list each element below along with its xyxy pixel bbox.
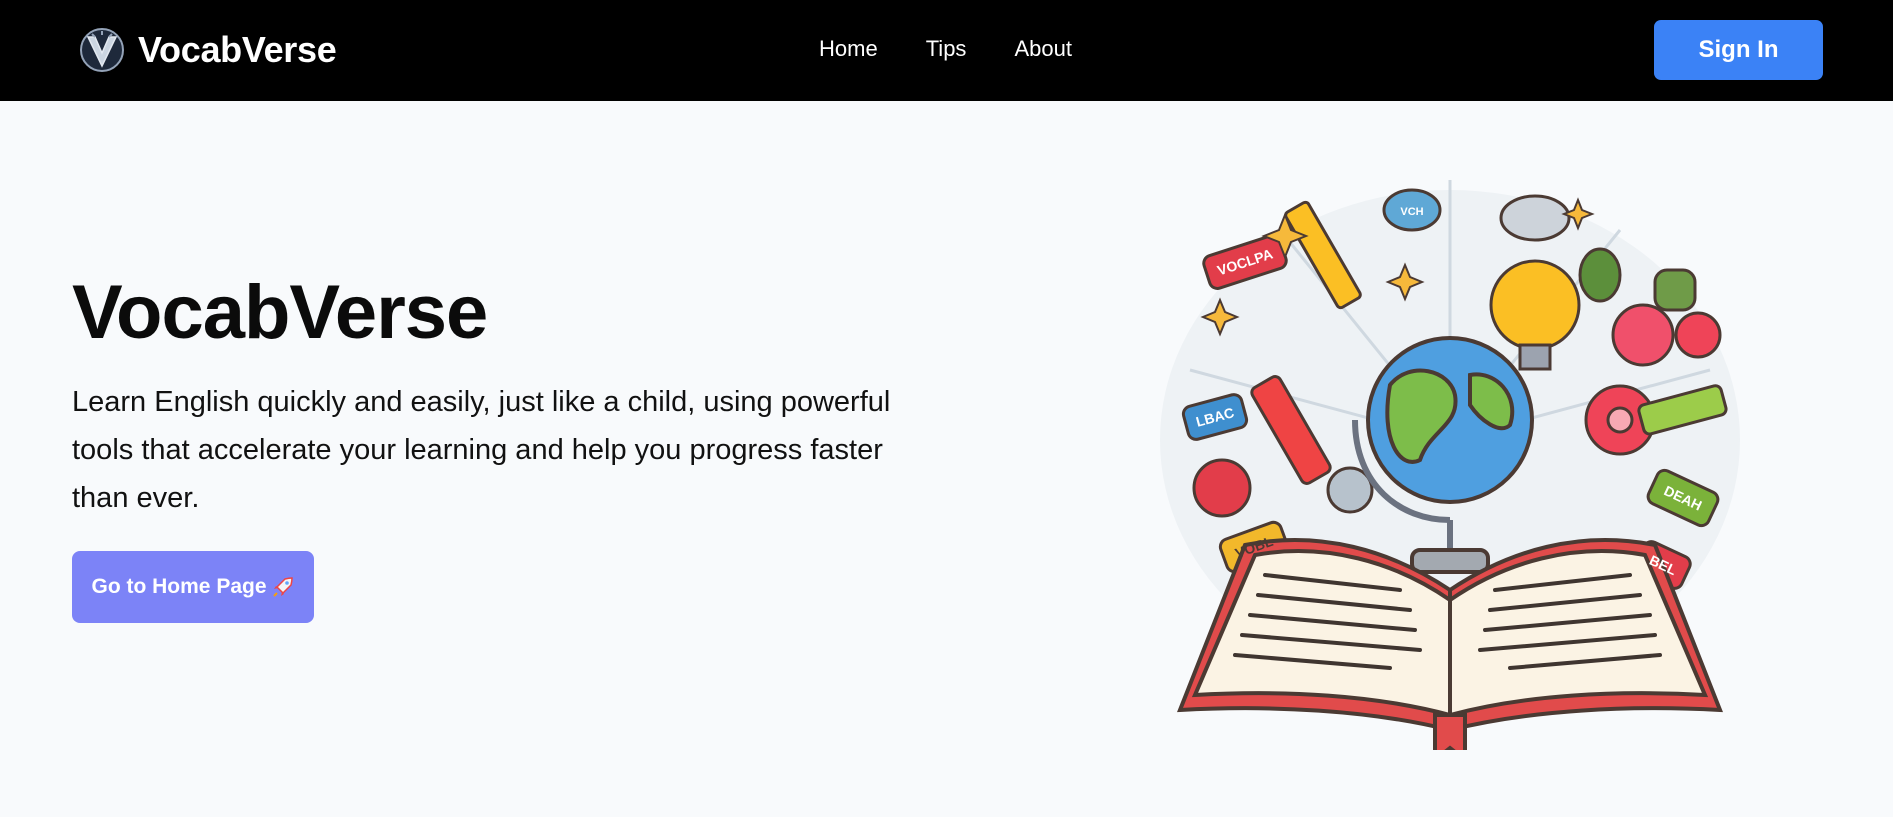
top-navbar: VocabVerse Home Tips About Sign In bbox=[0, 0, 1893, 101]
cta-label: Go to Home Page bbox=[91, 575, 267, 598]
sign-in-button[interactable]: Sign In bbox=[1654, 20, 1823, 80]
brand-name: VocabVerse bbox=[138, 29, 337, 70]
nav-home-link[interactable]: Home bbox=[819, 36, 878, 62]
main-nav: Home Tips About bbox=[819, 36, 1072, 62]
open-book-globe-illustration: VOCLPA VCH LBAC VOBL DEAH BEL bbox=[1160, 180, 1740, 750]
rocket-icon bbox=[272, 577, 293, 597]
go-to-home-button[interactable]: Go to Home Page bbox=[72, 551, 314, 623]
hero-description: Learn English quickly and easily, just l… bbox=[72, 386, 891, 514]
nav-about-link[interactable]: About bbox=[1014, 36, 1072, 62]
tag-vch: VCH bbox=[1400, 206, 1423, 218]
v-shield-logo-icon bbox=[80, 28, 124, 72]
hero-title: VocabVerse bbox=[72, 270, 488, 355]
brand-link[interactable]: VocabVerse bbox=[78, 24, 337, 76]
nav-tips-link[interactable]: Tips bbox=[926, 36, 967, 62]
